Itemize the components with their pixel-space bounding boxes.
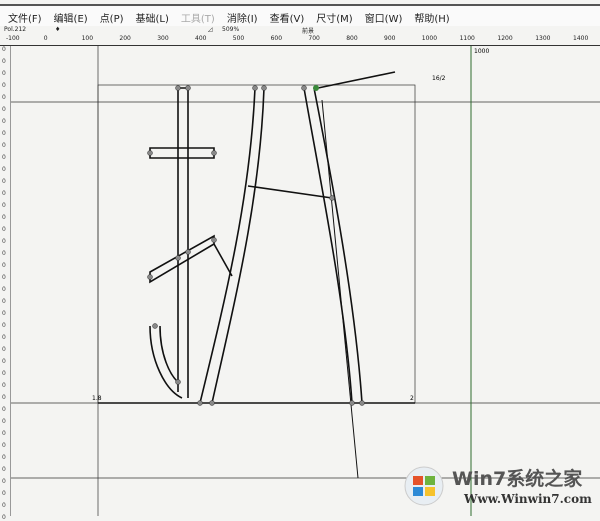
vruler-tick: 0	[2, 58, 6, 65]
ruler-tick-label: 1400	[573, 35, 589, 42]
label-2: 2	[410, 395, 414, 402]
vruler-tick: 0	[2, 514, 6, 521]
vruler-tick: 0	[2, 322, 6, 329]
menu-erase[interactable]: 消除(I)	[227, 10, 258, 25]
vruler-tick: 0	[2, 238, 6, 245]
ruler-tick-label: 400	[195, 35, 207, 42]
vruler-tick: 0	[2, 94, 6, 101]
vruler-tick: 0	[2, 466, 6, 473]
ruler-tick-label: 200	[119, 35, 131, 42]
vruler-tick: 0	[2, 298, 6, 305]
angle-icon[interactable]: ◿	[208, 26, 213, 33]
ruler-tick-label: 800	[346, 35, 358, 42]
vruler-tick: 0	[2, 418, 6, 425]
ruler-tick-label: 100	[81, 35, 94, 42]
ruler-tick-label: 0	[43, 35, 48, 42]
vruler-tick: 0	[2, 214, 6, 221]
ruler-tick-label: 700	[308, 35, 320, 42]
watermark: Win7系统之家 Www.Winwin7.com	[404, 462, 598, 514]
watermark-url: Www.Winwin7.com	[464, 492, 592, 506]
label-corner: 1.8	[92, 395, 102, 402]
coord-readout: Pol.212	[4, 26, 27, 33]
ruler-tick-label: 500	[232, 35, 245, 42]
pattern-lines	[98, 71, 415, 479]
menu-help[interactable]: 帮助(H)	[414, 10, 449, 25]
vruler-tick: 0	[2, 190, 6, 197]
vruler-tick: 0	[2, 358, 6, 365]
menu-window[interactable]: 窗口(W)	[365, 10, 403, 25]
vruler-tick: 0	[2, 334, 6, 341]
ruler-tick-label: 600	[270, 35, 283, 42]
vruler-tick: 0	[2, 406, 6, 413]
vruler-tick: 0	[2, 274, 6, 281]
menu-bar: 文件(F) 编辑(E) 点(P) 基础(L) 工具(T) 消除(I) 查看(V)…	[0, 4, 600, 28]
ruler-tick-label: 1000	[421, 35, 438, 42]
vruler-tick: 0	[2, 394, 6, 401]
vruler-tick: 0	[2, 490, 6, 497]
horizontal-ruler[interactable]: -100 0 100 200 300 400 500 600 700 800 900 1000 1100…	[0, 35, 600, 46]
vruler-tick: 0	[2, 46, 6, 53]
vruler-tick: 0	[2, 502, 6, 509]
vruler-tick: 0	[2, 166, 6, 173]
vruler-tick: 0	[2, 202, 6, 209]
vruler-tick: 0	[2, 250, 6, 257]
vruler-tick: 0	[2, 226, 6, 233]
vruler-tick: 0	[2, 130, 6, 137]
vruler-tick: 0	[2, 262, 6, 269]
ruler-tick-label: 1200	[497, 35, 513, 42]
vruler-tick: 0	[2, 442, 6, 449]
vruler-tick: 0	[2, 478, 6, 485]
watermark-brand: Win7系统之家	[452, 468, 583, 490]
vruler-tick: 0	[2, 346, 6, 353]
vruler-tick: 0	[2, 82, 6, 89]
ruler-tick-label: 300	[157, 35, 169, 42]
pin-icon[interactable]: ♦	[55, 26, 60, 33]
selected-point	[313, 85, 319, 91]
vruler-tick: 0	[2, 370, 6, 377]
vruler-tick: 0	[2, 430, 6, 437]
vruler-tick: 0	[2, 454, 6, 461]
vruler-tick: 0	[2, 70, 6, 77]
menu-basic[interactable]: 基础(L)	[136, 10, 169, 25]
menu-file[interactable]: 文件(F)	[8, 10, 42, 25]
vruler-tick: 0	[2, 286, 6, 293]
menu-tools[interactable]: 工具(T)	[181, 10, 215, 25]
ruler-tick-label: 1300	[535, 35, 551, 42]
vruler-tick: 0	[2, 178, 6, 185]
vruler-tick: 0	[2, 118, 6, 125]
menu-view[interactable]: 查看(V)	[270, 10, 305, 25]
vruler-tick: 0	[2, 106, 6, 113]
ruler-tick-label: 1100	[459, 35, 475, 42]
menu-point[interactable]: 点(P)	[100, 10, 124, 25]
vertical-ruler[interactable]: 0 0 0 0 0 0 0 0 0 0 0 0 0 0 0 0 0 0 0 0 0 0 0 0 0 0 0 0 0 0 0 0 0 0 0 0 0 0 0 0	[0, 46, 11, 521]
windows-logo-icon	[404, 466, 444, 506]
menu-edit[interactable]: 编辑(E)	[54, 10, 88, 25]
ruler-tick-label: 900	[384, 35, 396, 42]
toolbar: Pol.212 ♦ ◿ 509% 前景	[0, 26, 600, 35]
drawing-canvas[interactable]: 1000 16/2 1.8 2	[11, 46, 600, 516]
ruler-tick-label: -100	[6, 35, 20, 42]
label-1000: 1000	[474, 48, 489, 55]
foreground-label[interactable]: 前景	[302, 26, 314, 35]
zoom-readout: 509%	[222, 26, 240, 33]
vruler-tick: 0	[2, 310, 6, 317]
label-half: 16/2	[432, 75, 446, 82]
menu-size[interactable]: 尺寸(M)	[316, 10, 352, 25]
vruler-tick: 0	[2, 382, 6, 389]
vruler-tick: 0	[2, 142, 6, 149]
vruler-tick: 0	[2, 154, 6, 161]
